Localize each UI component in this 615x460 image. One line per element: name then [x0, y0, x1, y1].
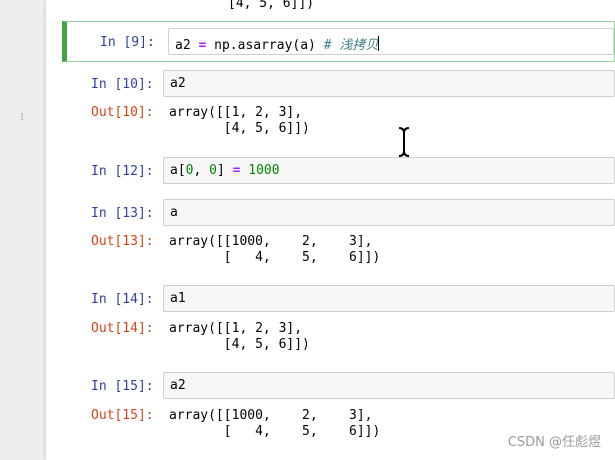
code-token: ]: [216, 163, 233, 178]
code-input-area[interactable]: a: [163, 199, 615, 226]
output-prompt: Out[13]:: [91, 234, 154, 249]
code-input-area[interactable]: a1: [163, 285, 615, 312]
input-prompt: In [13]:: [91, 206, 154, 221]
input-prompt: In [10]:: [91, 77, 154, 92]
output-line: array([[1000, 2, 3],: [169, 234, 373, 249]
cell-output: array([[1000, 2, 3], [ 4, 5, 6]]): [169, 234, 380, 266]
code-token-var: a2: [175, 38, 191, 53]
code-text[interactable]: a[0, 0] = 1000: [170, 163, 280, 178]
cell-output: array([[1, 2, 3], [4, 5, 6]]): [169, 105, 310, 137]
output-line: array([[1000, 2, 3],: [169, 408, 373, 423]
input-prompt: In [15]:: [91, 379, 154, 394]
watermark-text: CSDN @任彪煜: [507, 435, 601, 450]
code-input-area[interactable]: a2 = np.asarray(a) # 浅拷贝: [168, 28, 614, 55]
code-token-comment: 浅拷贝: [339, 38, 379, 53]
code-input-area[interactable]: a2: [163, 70, 615, 97]
code-text[interactable]: a1: [170, 291, 186, 306]
output-prompt: Out[15]:: [91, 408, 154, 423]
sidebar-drag-handle[interactable]: ⦙: [21, 112, 24, 124]
output-line: array([[1, 2, 3],: [169, 321, 303, 336]
text-caret: [378, 36, 380, 51]
input-prompt: In [9]:: [100, 35, 155, 50]
input-prompt: In [12]:: [91, 164, 154, 179]
output-line: [ 4, 5, 6]]): [169, 250, 381, 265]
cell-output: array([[1, 2, 3], [4, 5, 6]]): [169, 321, 310, 353]
output-prompt: Out[10]:: [91, 105, 154, 120]
code-text[interactable]: a2: [170, 76, 186, 91]
code-input-area[interactable]: a2: [163, 372, 615, 399]
cell-output: array([[1000, 2, 3], [ 4, 5, 6]]): [169, 408, 380, 440]
code-text[interactable]: a2 = np.asarray(a) # 浅拷贝: [175, 34, 380, 53]
previous-output-remnant: [4, 5, 6]]): [228, 0, 315, 11]
output-line: array([[1, 2, 3],: [169, 105, 303, 120]
output-line: [4, 5, 6]]): [169, 121, 310, 136]
output-prompt: Out[14]:: [91, 321, 154, 336]
input-prompt: In [14]:: [91, 292, 154, 307]
code-token-number: 1000: [248, 163, 280, 178]
code-text[interactable]: a2: [170, 378, 186, 393]
output-line: [4, 5, 6]]): [169, 337, 310, 352]
code-token: ,: [193, 163, 210, 178]
code-token-op: =: [190, 38, 215, 53]
ibeam-cursor-icon: [398, 127, 410, 157]
code-token-call: np.asarray(a): [214, 38, 316, 53]
code-token-number: 0: [209, 163, 217, 178]
output-line: [ 4, 5, 6]]): [169, 424, 381, 439]
code-input-area[interactable]: a[0, 0] = 1000: [163, 157, 615, 184]
code-token-comment-mark: #: [315, 38, 340, 53]
code-token: a[: [170, 163, 186, 178]
code-text[interactable]: a: [170, 205, 178, 220]
